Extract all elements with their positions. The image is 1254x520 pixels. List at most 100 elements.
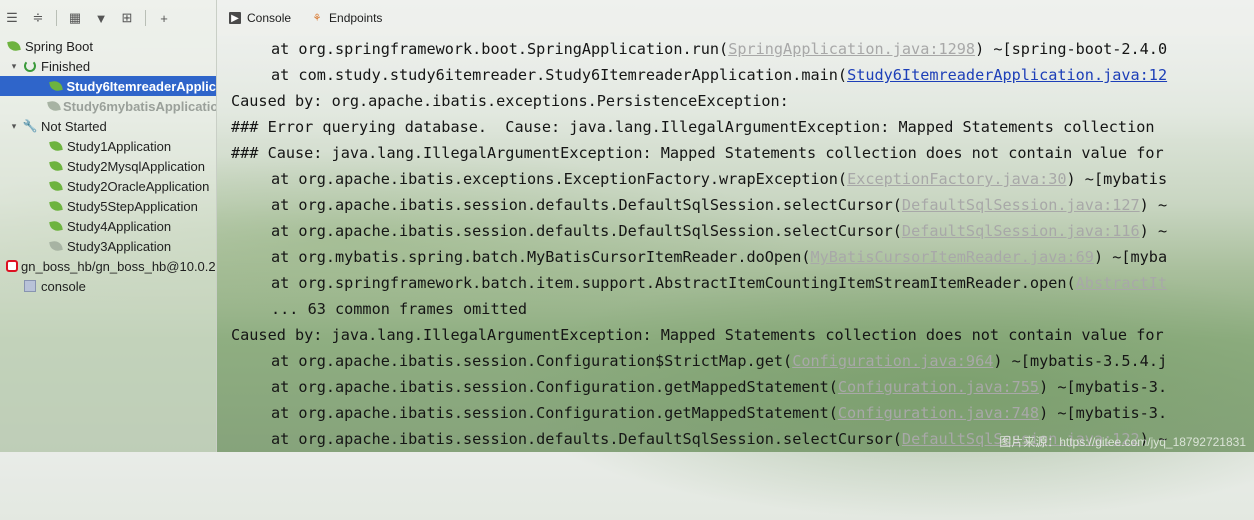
console-text: at org.apache.ibatis.session.defaults.De… (271, 430, 902, 448)
console-text: ) ~[spring-boot-2.4.0 (975, 40, 1168, 58)
tree-item[interactable]: Spring Boot (0, 36, 216, 56)
console-text: at org.apache.ibatis.exceptions.Exceptio… (271, 170, 848, 188)
console-text: Caused by: java.lang.IllegalArgumentExce… (231, 326, 1164, 344)
console-text: at org.springframework.batch.item.suppor… (271, 274, 1076, 292)
tree-item[interactable]: Study2OracleApplication (0, 176, 216, 196)
source-link[interactable]: Configuration.java:755 (838, 378, 1039, 396)
toolbar-separator (145, 10, 146, 26)
tree-item-label: Study3Application (67, 238, 172, 254)
spring-leaf-icon (48, 218, 64, 234)
console-panel: ▶ Console ⚘ Endpoints at org.springframe… (217, 0, 1254, 452)
services-tree: Spring Boot ▾ Finished Study6ItemreaderAppl… (0, 36, 216, 296)
tree-item-label: Study2OracleApplication (67, 178, 210, 194)
spring-leaf-icon (48, 138, 64, 154)
console-text: ) ~[mybatis (1066, 170, 1168, 188)
tree-item-label: Study4Application (67, 218, 172, 234)
spring-leaf-grey-icon (48, 238, 64, 254)
console-text: Caused by: org.apache.ibatis.exceptions.… (231, 92, 789, 110)
tree-item[interactable]: Study3Application (0, 236, 216, 256)
source-link[interactable]: Study6ItemreaderApplication.java:12 (847, 66, 1167, 84)
console-line: ### Cause: java.lang.IllegalArgumentExce… (231, 140, 1254, 166)
console-text: ) ~[mybatis-3. (1039, 404, 1168, 422)
tree-item[interactable]: Study6ItemreaderApplic (0, 76, 216, 96)
console-line: at org.springframework.batch.item.suppor… (231, 270, 1254, 296)
tree-item-label: Spring Boot (25, 38, 93, 54)
tab-console-label: Console (247, 11, 292, 25)
tab-endpoints[interactable]: ⚘ Endpoints (311, 11, 383, 25)
console-icon (22, 278, 38, 294)
tree-item-label: Study6ItemreaderApplic (66, 78, 216, 94)
filter-icon[interactable]: ▼ (93, 10, 109, 26)
console-text: ) ~[mybatis-3. (1039, 378, 1168, 396)
tree-item[interactable]: ▾ Finished (0, 56, 216, 76)
tree-item-label: Study5StepApplication (67, 198, 198, 214)
services-toolbar: ☰ ≑ ▦ ▼ ⊞ + (0, 0, 216, 36)
source-link[interactable]: DefaultSqlSession.java:116 (902, 222, 1140, 240)
tree-item[interactable]: ▾ 🔧 Not Started (0, 116, 216, 136)
source-link[interactable]: DefaultSqlSession.java:127 (902, 196, 1140, 214)
console-line: Caused by: org.apache.ibatis.exceptions.… (231, 88, 1254, 114)
tree-item[interactable]: Study6mybatisApplicatio (0, 96, 216, 116)
console-line: ... 63 common frames omitted (231, 296, 1254, 322)
expand-arrow-icon[interactable]: ▾ (8, 61, 20, 72)
add-icon[interactable]: + (156, 10, 172, 26)
console-line: at org.apache.ibatis.session.defaults.De… (231, 192, 1254, 218)
console-line: at org.springframework.boot.SpringApplic… (231, 36, 1254, 62)
collapse-all-icon[interactable]: ≑ (30, 10, 46, 26)
finished-refresh-icon (22, 58, 38, 74)
console-line: at org.apache.ibatis.session.Configurati… (231, 400, 1254, 426)
console-text: at org.apache.ibatis.session.Configurati… (271, 378, 838, 396)
tree-item-label: Study1Application (67, 138, 172, 154)
tree-item-label: console (41, 278, 86, 294)
console-text: at org.apache.ibatis.session.Configurati… (271, 352, 793, 370)
console-text: ) ~ (1139, 196, 1168, 214)
tree-item-label: Study2MysqlApplication (67, 158, 206, 174)
spring-leaf-icon (48, 78, 63, 94)
console-text: ) ~ (1139, 222, 1168, 240)
console-line: ### Error querying database. Cause: java… (231, 114, 1254, 140)
expand-all-icon[interactable]: ☰ (4, 10, 20, 26)
source-link[interactable]: Configuration.java:964 (792, 352, 993, 370)
console-text: at org.apache.ibatis.session.Configurati… (271, 404, 838, 422)
tree-item[interactable]: Study4Application (0, 216, 216, 236)
group-icon[interactable]: ▦ (67, 10, 83, 26)
endpoints-icon: ⚘ (312, 12, 322, 24)
tree-item[interactable]: Study5StepApplication (0, 196, 216, 216)
console-text: at org.apache.ibatis.session.defaults.De… (271, 196, 902, 214)
console-line: at org.apache.ibatis.session.Configurati… (231, 348, 1254, 374)
source-link[interactable]: AbstractIt (1076, 274, 1167, 292)
tree-item[interactable]: console (0, 276, 216, 296)
toolbar-separator (56, 10, 57, 26)
oracle-db-icon (6, 258, 18, 274)
watermark: 图片来源：https://gitee.com/jyq_18792721831 (999, 435, 1246, 449)
tree-item-label: Finished (41, 58, 91, 74)
console-text: at com.study.study6itemreader.Study6Item… (271, 66, 848, 84)
spring-leaf-icon (48, 178, 64, 194)
tree-item-label: gn_boss_hb/gn_boss_hb@10.0.25 (21, 258, 216, 274)
tab-bar: ▶ Console ⚘ Endpoints (217, 0, 1254, 36)
source-link[interactable]: SpringApplication.java:1298 (728, 40, 975, 58)
expand-arrow-icon[interactable]: ▾ (8, 121, 20, 132)
wrench-icon: 🔧 (22, 119, 38, 133)
tree-item[interactable]: Study2MysqlApplication (0, 156, 216, 176)
source-link[interactable]: MyBatisCursorItemReader.java:69 (810, 248, 1093, 266)
spring-boot-icon (6, 38, 22, 54)
console-output[interactable]: at org.springframework.boot.SpringApplic… (217, 36, 1254, 452)
source-link[interactable]: Configuration.java:748 (838, 404, 1039, 422)
console-text: ) ~[mybatis-3.5.4.j (993, 352, 1168, 370)
tree-item[interactable]: Study1Application (0, 136, 216, 156)
tree-item-label: Not Started (41, 118, 107, 134)
source-link[interactable]: ExceptionFactory.java:30 (847, 170, 1066, 188)
console-line: at org.apache.ibatis.exceptions.Exceptio… (231, 166, 1254, 192)
console-line: at com.study.study6itemreader.Study6Item… (231, 62, 1254, 88)
console-line: at org.apache.ibatis.session.Configurati… (231, 374, 1254, 400)
console-text: at org.mybatis.spring.batch.MyBatisCurso… (271, 248, 811, 266)
tab-console[interactable]: ▶ Console (229, 11, 291, 25)
spring-leaf-grey-icon (47, 98, 61, 114)
tree-item[interactable]: gn_boss_hb/gn_boss_hb@10.0.25 (0, 256, 216, 276)
tree-item-label: Study6mybatisApplicatio (63, 98, 216, 114)
console-text: ### Error querying database. Cause: java… (231, 118, 1155, 136)
console-text: at org.springframework.boot.SpringApplic… (271, 40, 729, 58)
console-text: at org.apache.ibatis.session.defaults.De… (271, 222, 902, 240)
new-tab-icon[interactable]: ⊞ (119, 10, 135, 26)
